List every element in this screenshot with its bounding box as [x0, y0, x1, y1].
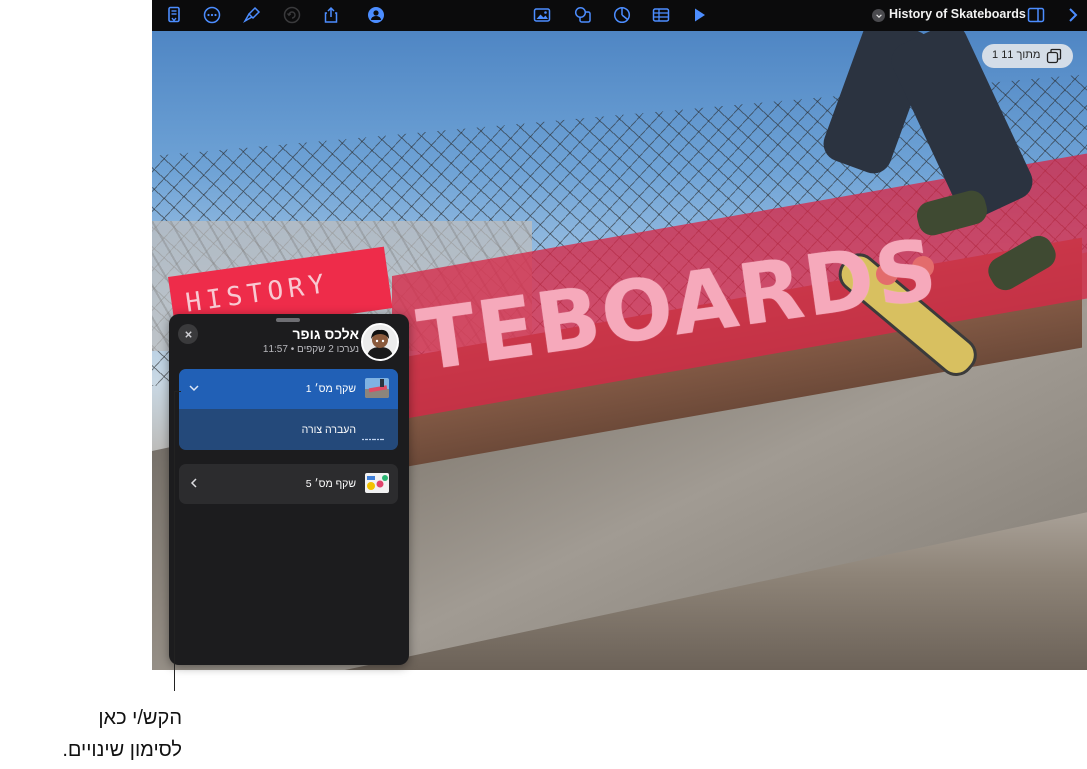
activity-item[interactable]: העברה צורה: [179, 409, 398, 450]
slide-counter[interactable]: 1 מתוך 11: [982, 44, 1073, 68]
close-icon: [184, 330, 192, 338]
callout-line-1: הקש/י כאן: [98, 707, 182, 729]
title-chevron-icon[interactable]: [872, 9, 885, 22]
undo-icon[interactable]: [281, 4, 303, 26]
activity-group-label: שקף מס׳ 1: [305, 383, 356, 395]
media-icon[interactable]: [531, 4, 553, 26]
share-icon[interactable]: [320, 4, 342, 26]
callout-text: הקש/י כאן לסימון שינויים.: [62, 702, 182, 766]
user-activity-meta: נערכו 2 שקפים • 11:57: [262, 344, 359, 355]
user-name: אלכס גופר: [292, 326, 359, 342]
table-icon[interactable]: [650, 4, 672, 26]
panel-grabber[interactable]: [276, 318, 300, 322]
activity-group-slide-5[interactable]: שקף מס׳ 5: [179, 464, 398, 504]
activity-group-label: שקף מס׳ 5: [305, 478, 356, 490]
document-setup-icon[interactable]: [163, 4, 185, 26]
activity-panel: אלכס גופר נערכו 2 שקפים • 11:57 שקף מס׳ …: [169, 314, 409, 665]
more-icon[interactable]: [201, 4, 223, 26]
slide-thumbnail: [365, 473, 389, 493]
close-button[interactable]: [178, 324, 198, 344]
callout-leader-line: [174, 391, 175, 691]
shapes-icon[interactable]: [572, 4, 594, 26]
format-brush-icon[interactable]: [241, 4, 263, 26]
callout-leader-tick: [174, 391, 181, 392]
avatar: [361, 323, 399, 361]
slides-stack-icon: [1046, 48, 1062, 64]
play-icon[interactable]: [688, 4, 710, 26]
text-edit-icon: [362, 428, 384, 441]
chevron-left-icon[interactable]: [187, 476, 201, 490]
chart-icon[interactable]: [611, 4, 633, 26]
sidebar-icon[interactable]: [1025, 4, 1047, 26]
activity-group-header[interactable]: שקף מס׳ 1: [179, 369, 398, 409]
chevron-down-icon[interactable]: [187, 381, 201, 395]
activity-group-slide-1[interactable]: שקף מס׳ 1 העברה צורה: [179, 369, 398, 450]
callout-line-2: לסימון שינויים.: [62, 739, 182, 761]
collaborate-icon[interactable]: [365, 4, 387, 26]
activity-group-header[interactable]: שקף מס׳ 5: [179, 464, 398, 504]
toolbar: History of Skateboards: [152, 0, 1087, 31]
slide-counter-text: 1 מתוך 11: [992, 49, 1041, 61]
activity-item-label: העברה צורה: [301, 424, 356, 436]
slide-thumbnail: [365, 378, 389, 398]
document-title[interactable]: History of Skateboards: [889, 7, 1026, 21]
chevron-right-icon[interactable]: [1062, 4, 1084, 26]
